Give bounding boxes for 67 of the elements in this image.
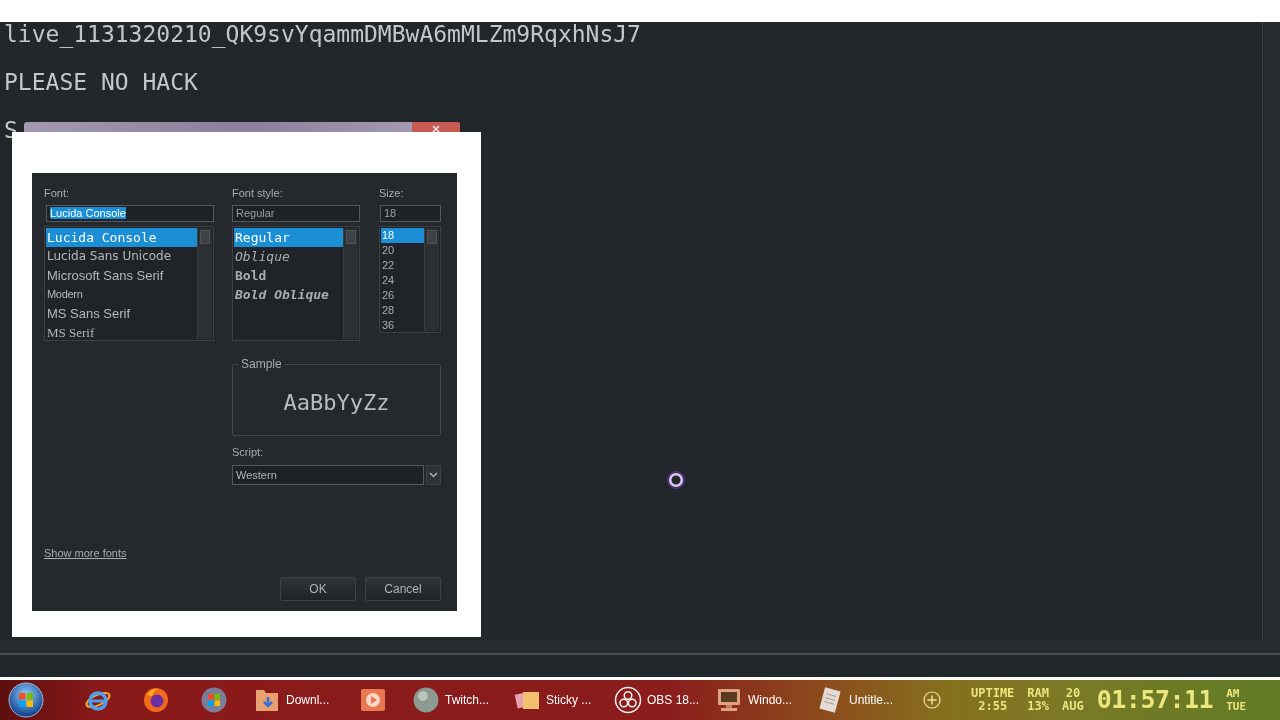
flame-globe-icon [142,686,170,714]
font-list-item[interactable]: Lucida Console [46,228,197,247]
font-list-item[interactable]: Modern [46,285,197,304]
sphere-icon [412,686,440,714]
start-orb-icon [8,682,44,718]
sample-text: AaBbYyZz [283,390,390,416]
editor-text-line: live_1131320210_QK9svYqammDMBwA6mMLZm9RqxhNsJ7 [4,22,641,46]
font-size-item[interactable]: 28 [381,303,424,318]
font-size-item[interactable]: 26 [381,288,424,303]
monitor-icon [715,686,743,714]
font-list-item[interactable]: Microsoft Sans Serif [46,266,197,285]
font-size-item[interactable]: 24 [381,273,424,288]
clock-time: 01:57:11 [1096,686,1214,714]
weekday-label: TUE [1226,700,1247,713]
scrollbar-track[interactable] [424,228,439,331]
taskbar-button[interactable]: Downl... [243,680,344,720]
ring-icon [614,686,642,714]
vertical-scrollbar[interactable] [1262,22,1280,640]
font-size-item[interactable]: 18 [381,228,424,243]
font-list-item[interactable]: Lucida Sans Unicode [46,247,197,266]
chevron-down-icon [429,472,438,478]
show-more-fonts-link[interactable]: Show more fonts [44,547,127,560]
scrollbar-track[interactable] [343,228,358,339]
font-list-item[interactable]: MS Sans Serif [46,304,197,323]
uptime-label: UPTIME [971,687,1015,700]
field-label: Font: [44,187,70,199]
scrollbar-thumb[interactable] [427,230,437,244]
date-day: 20 [1065,687,1081,700]
notepad-icon [816,686,844,714]
ram-value: 13% [1027,700,1050,713]
font-size-item[interactable]: 20 [381,243,424,258]
taskbar-button[interactable]: Untitle... [806,680,907,720]
field-label: Script: [232,446,264,458]
scrollbar-thumb[interactable] [200,230,210,244]
editor-text-line: PLEASE NO HACK [4,70,198,94]
close-icon [432,125,440,133]
loading-ring-icon [667,471,685,489]
font-name-field[interactable]: Lucida Console [46,205,214,222]
scrollbar-track[interactable] [197,228,212,339]
dialog-button[interactable]: Cancel [365,577,441,601]
taskbar-button[interactable]: Windo... [705,680,806,720]
ram-label: RAM [1027,687,1050,700]
font-size-item[interactable]: 36 [381,318,424,333]
group-label: Sample [239,357,284,371]
scrollbar-thumb[interactable] [346,230,356,244]
flag-orb-icon [200,686,228,714]
taskbar-button[interactable]: Sticky ... [503,680,604,720]
play-icon [359,686,387,714]
font-style-item[interactable]: Bold Oblique [234,285,343,304]
dialog-button[interactable]: OK [280,577,356,601]
field-label: Font style: [232,187,283,199]
font-size-field[interactable]: 18 [380,205,441,222]
taskbar-button[interactable]: Twitch... [402,680,503,720]
plus-icon [923,691,941,709]
font-list-item[interactable]: MS Serif [46,323,197,342]
field-label: Size: [379,187,404,199]
date-month: AUG [1062,700,1084,713]
font-size-item[interactable]: 22 [381,258,424,273]
font-style-item[interactable]: Bold [234,266,343,285]
am-pm-label: AM [1226,687,1240,700]
taskbar-button[interactable]: OBS 18... [604,680,705,720]
script-dropdown[interactable]: Western [232,465,424,485]
font-style-item[interactable]: Regular [234,228,343,247]
font-style-item[interactable]: Oblique [234,247,343,266]
dropdown-button[interactable] [426,465,441,485]
uptime-value: 2:55 [978,700,1008,713]
font-style-field[interactable]: Regular [232,205,360,222]
